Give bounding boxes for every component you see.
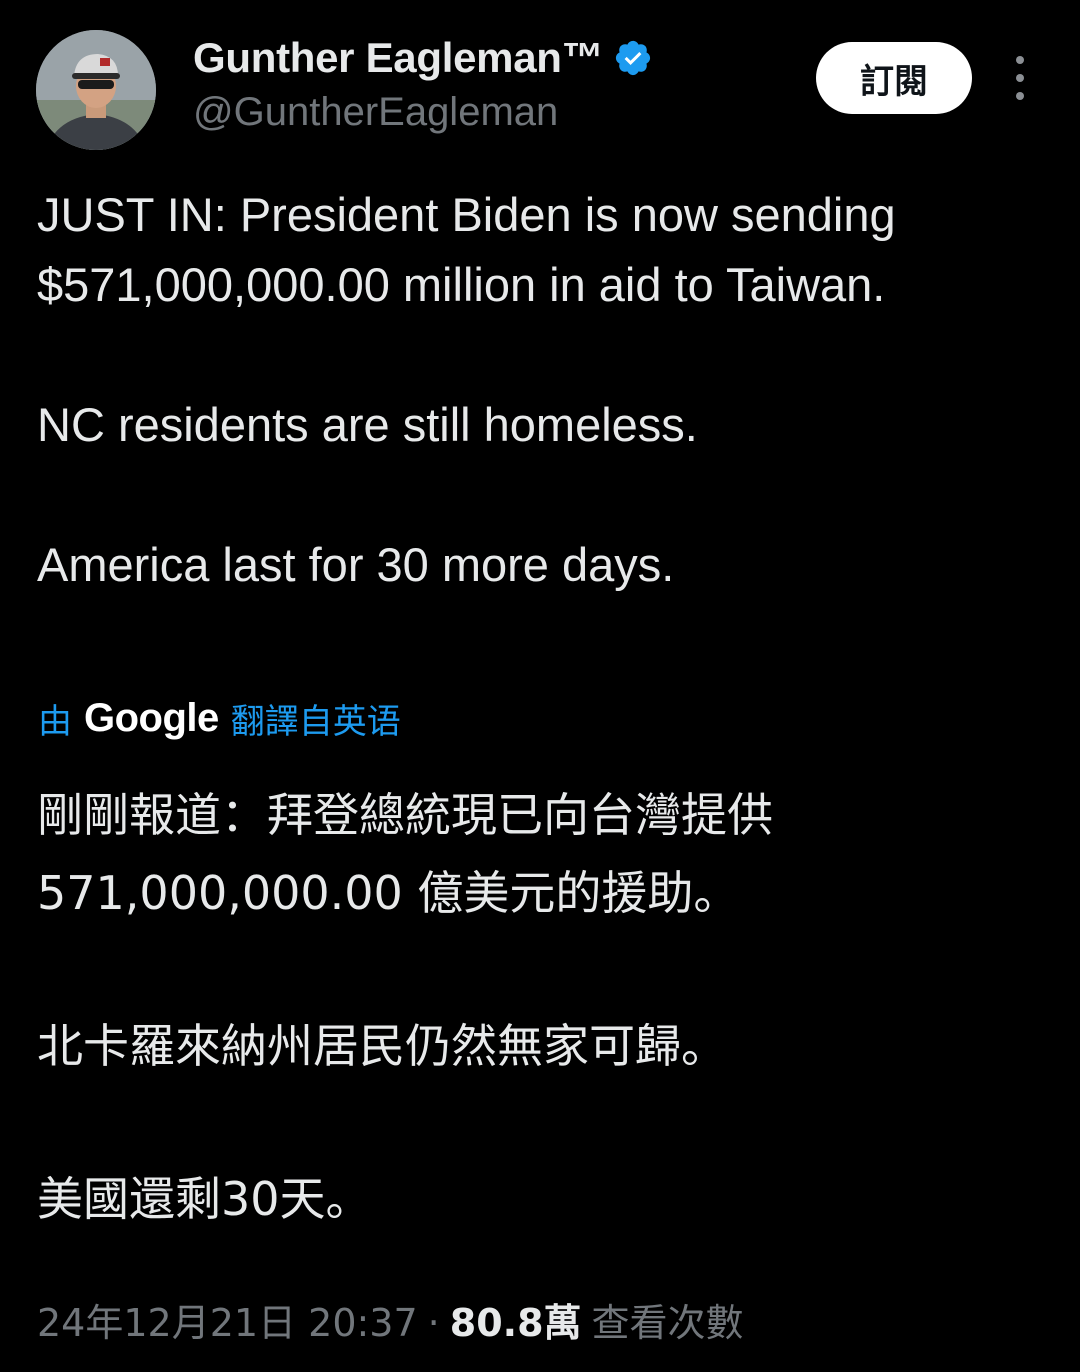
translated-line: 北卡羅來納州居民仍然無家可歸。 — [37, 1019, 727, 1073]
meta-separator: · — [427, 1301, 440, 1345]
views-count: 80.8萬 — [449, 1301, 582, 1345]
tweet-line: NC residents are still homeless. — [37, 398, 698, 451]
translation-attribution: 由 Google 翻譯自英语 — [38, 694, 401, 743]
author-name-row[interactable]: Gunther Eagleman™ — [193, 34, 653, 82]
translated-line: 美國還剩30天。 — [37, 1172, 372, 1226]
subscribe-button[interactable]: 訂閱 — [816, 42, 972, 114]
display-name[interactable]: Gunther Eagleman™ — [193, 34, 604, 82]
translated-text: 剛剛報道：拜登總統現已向台灣提供 571,000,000.00 億美元的援助。 … — [37, 776, 1047, 1238]
more-vertical-icon[interactable] — [1000, 56, 1040, 100]
verified-badge-icon — [613, 38, 653, 78]
tweet-text: JUST IN: President Biden is now sending … — [37, 180, 1047, 600]
tweet-card: Gunther Eagleman™ @GuntherEagleman 訂閱 JU… — [0, 0, 1080, 1372]
views-label: 查看次數 — [591, 1301, 744, 1345]
more-dot — [1016, 56, 1024, 64]
translated-from-link[interactable]: 翻譯自英语 — [231, 694, 401, 743]
author-handle[interactable]: @GuntherEagleman — [193, 90, 558, 135]
timestamp[interactable]: 24年12月21日 20:37 — [37, 1292, 418, 1347]
tweet-meta: 24年12月21日 20:37 · 80.8萬 查看次數 — [37, 1292, 744, 1347]
translated-line: 剛剛報道：拜登總統現已向台灣提供 571,000,000.00 億美元的援助。 — [37, 788, 773, 920]
tweet-line: JUST IN: President Biden is now sending … — [37, 188, 896, 311]
tweet-line: America last for 30 more days. — [37, 538, 675, 591]
more-dot — [1016, 74, 1024, 82]
google-logo: Google — [84, 696, 219, 740]
more-dot — [1016, 92, 1024, 100]
avatar[interactable] — [36, 30, 156, 150]
translation-by-label: 由 — [38, 702, 72, 742]
